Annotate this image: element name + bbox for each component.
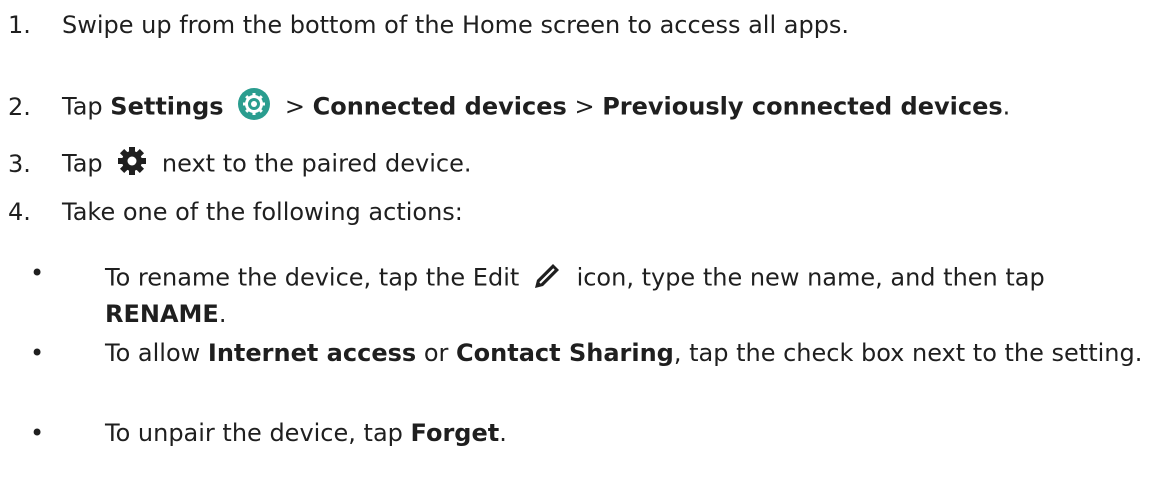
step-number: 1.	[8, 11, 31, 39]
step-3: 3. Tap next to the paired device.	[8, 145, 472, 184]
tap-text: Tap	[62, 149, 103, 178]
tap-text: Tap	[62, 92, 103, 121]
period: .	[499, 419, 507, 447]
separator: >	[284, 92, 305, 121]
settings-label: Settings	[110, 92, 224, 121]
bullet-glyph: •	[30, 339, 45, 367]
step-text: next to the paired device.	[161, 149, 472, 178]
bullet-text: icon, type the new name, and then tap	[576, 263, 1045, 292]
step-number: 2.	[8, 92, 31, 121]
gear-icon	[116, 145, 148, 184]
step-number: 4.	[8, 198, 31, 226]
step-4: 4. Take one of the following actions:	[8, 197, 463, 227]
bullet-glyph: •	[30, 259, 45, 287]
period: .	[1002, 92, 1011, 121]
settings-app-icon	[237, 87, 271, 128]
step-1: 1. Swipe up from the bottom of the Home s…	[8, 10, 849, 40]
bullet-text: To unpair the device, tap	[105, 419, 403, 447]
step-2: 2. Tap Settings > Connected devices > Pre…	[8, 87, 1010, 128]
bullet-text: To allow	[105, 339, 201, 367]
contact-sharing-label: Contact Sharing	[456, 339, 674, 367]
separator: >	[574, 92, 595, 121]
previously-connected-label: Previously connected devices	[602, 92, 1003, 121]
step-text: Swipe up from the bottom of the Home scr…	[62, 11, 850, 39]
forget-label: Forget	[410, 419, 500, 447]
rename-label: RENAME	[105, 300, 219, 328]
internet-access-label: Internet access	[207, 339, 417, 367]
bullet-glyph: •	[30, 419, 45, 447]
bullet-text: or	[423, 339, 449, 367]
connected-devices-label: Connected devices	[312, 92, 567, 121]
bullet-text: , tap the check box next to the setting.	[673, 339, 1143, 367]
step-number: 3.	[8, 149, 31, 178]
period: .	[218, 300, 227, 328]
bullet-text: To rename the device, tap the Edit	[105, 263, 520, 292]
step-text: Take one of the following actions:	[62, 198, 463, 226]
pencil-edit-icon	[531, 258, 565, 299]
